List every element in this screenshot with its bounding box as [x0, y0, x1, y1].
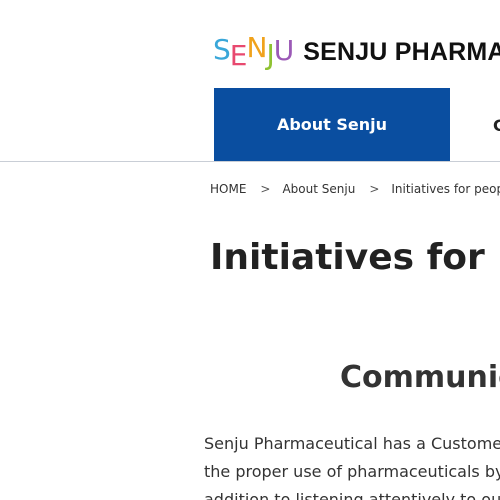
- nav-item-about-senju[interactable]: About Senju: [214, 88, 450, 161]
- logo-mark-letter: E: [229, 39, 248, 72]
- page-title: Initiatives for pe: [210, 237, 500, 278]
- breadcrumb-home-link[interactable]: HOME: [210, 182, 246, 196]
- body-line: the proper use of pharmaceuticals by p: [204, 462, 500, 481]
- page: S E N J U SENJU PHARMACE About Senju C H…: [0, 0, 500, 500]
- breadcrumb: HOME > About Senju > Initiatives for peo…: [210, 182, 500, 196]
- logo-mark-letter: U: [273, 34, 294, 67]
- breadcrumb-separator: >: [260, 182, 271, 196]
- nav-item-label: About Senju: [276, 115, 388, 134]
- breadcrumb-current: Initiatives for people ar: [391, 182, 500, 196]
- logo-mark-letter: S: [213, 33, 231, 66]
- nav-item-label: C: [493, 116, 500, 135]
- logo-mark-letter: N: [246, 31, 267, 64]
- nav-item-next[interactable]: C: [493, 116, 500, 135]
- body-line: Senju Pharmaceutical has a Customer S: [204, 434, 500, 453]
- logo-text: SENJU PHARMACE: [303, 37, 500, 66]
- breadcrumb-about-link[interactable]: About Senju: [282, 182, 355, 196]
- logo-mark-letter: J: [266, 38, 274, 71]
- body-line: addition to listening attentively to our…: [204, 490, 500, 500]
- section-heading: Communica: [340, 360, 500, 395]
- body-paragraph: Senju Pharmaceutical has a Customer S th…: [204, 430, 500, 500]
- site-header: S E N J U SENJU PHARMACE About Senju C: [0, 0, 500, 162]
- logo-mark: S E N J U: [213, 33, 294, 71]
- breadcrumb-separator: >: [369, 182, 380, 196]
- site-logo[interactable]: S E N J U SENJU PHARMACE: [213, 34, 500, 70]
